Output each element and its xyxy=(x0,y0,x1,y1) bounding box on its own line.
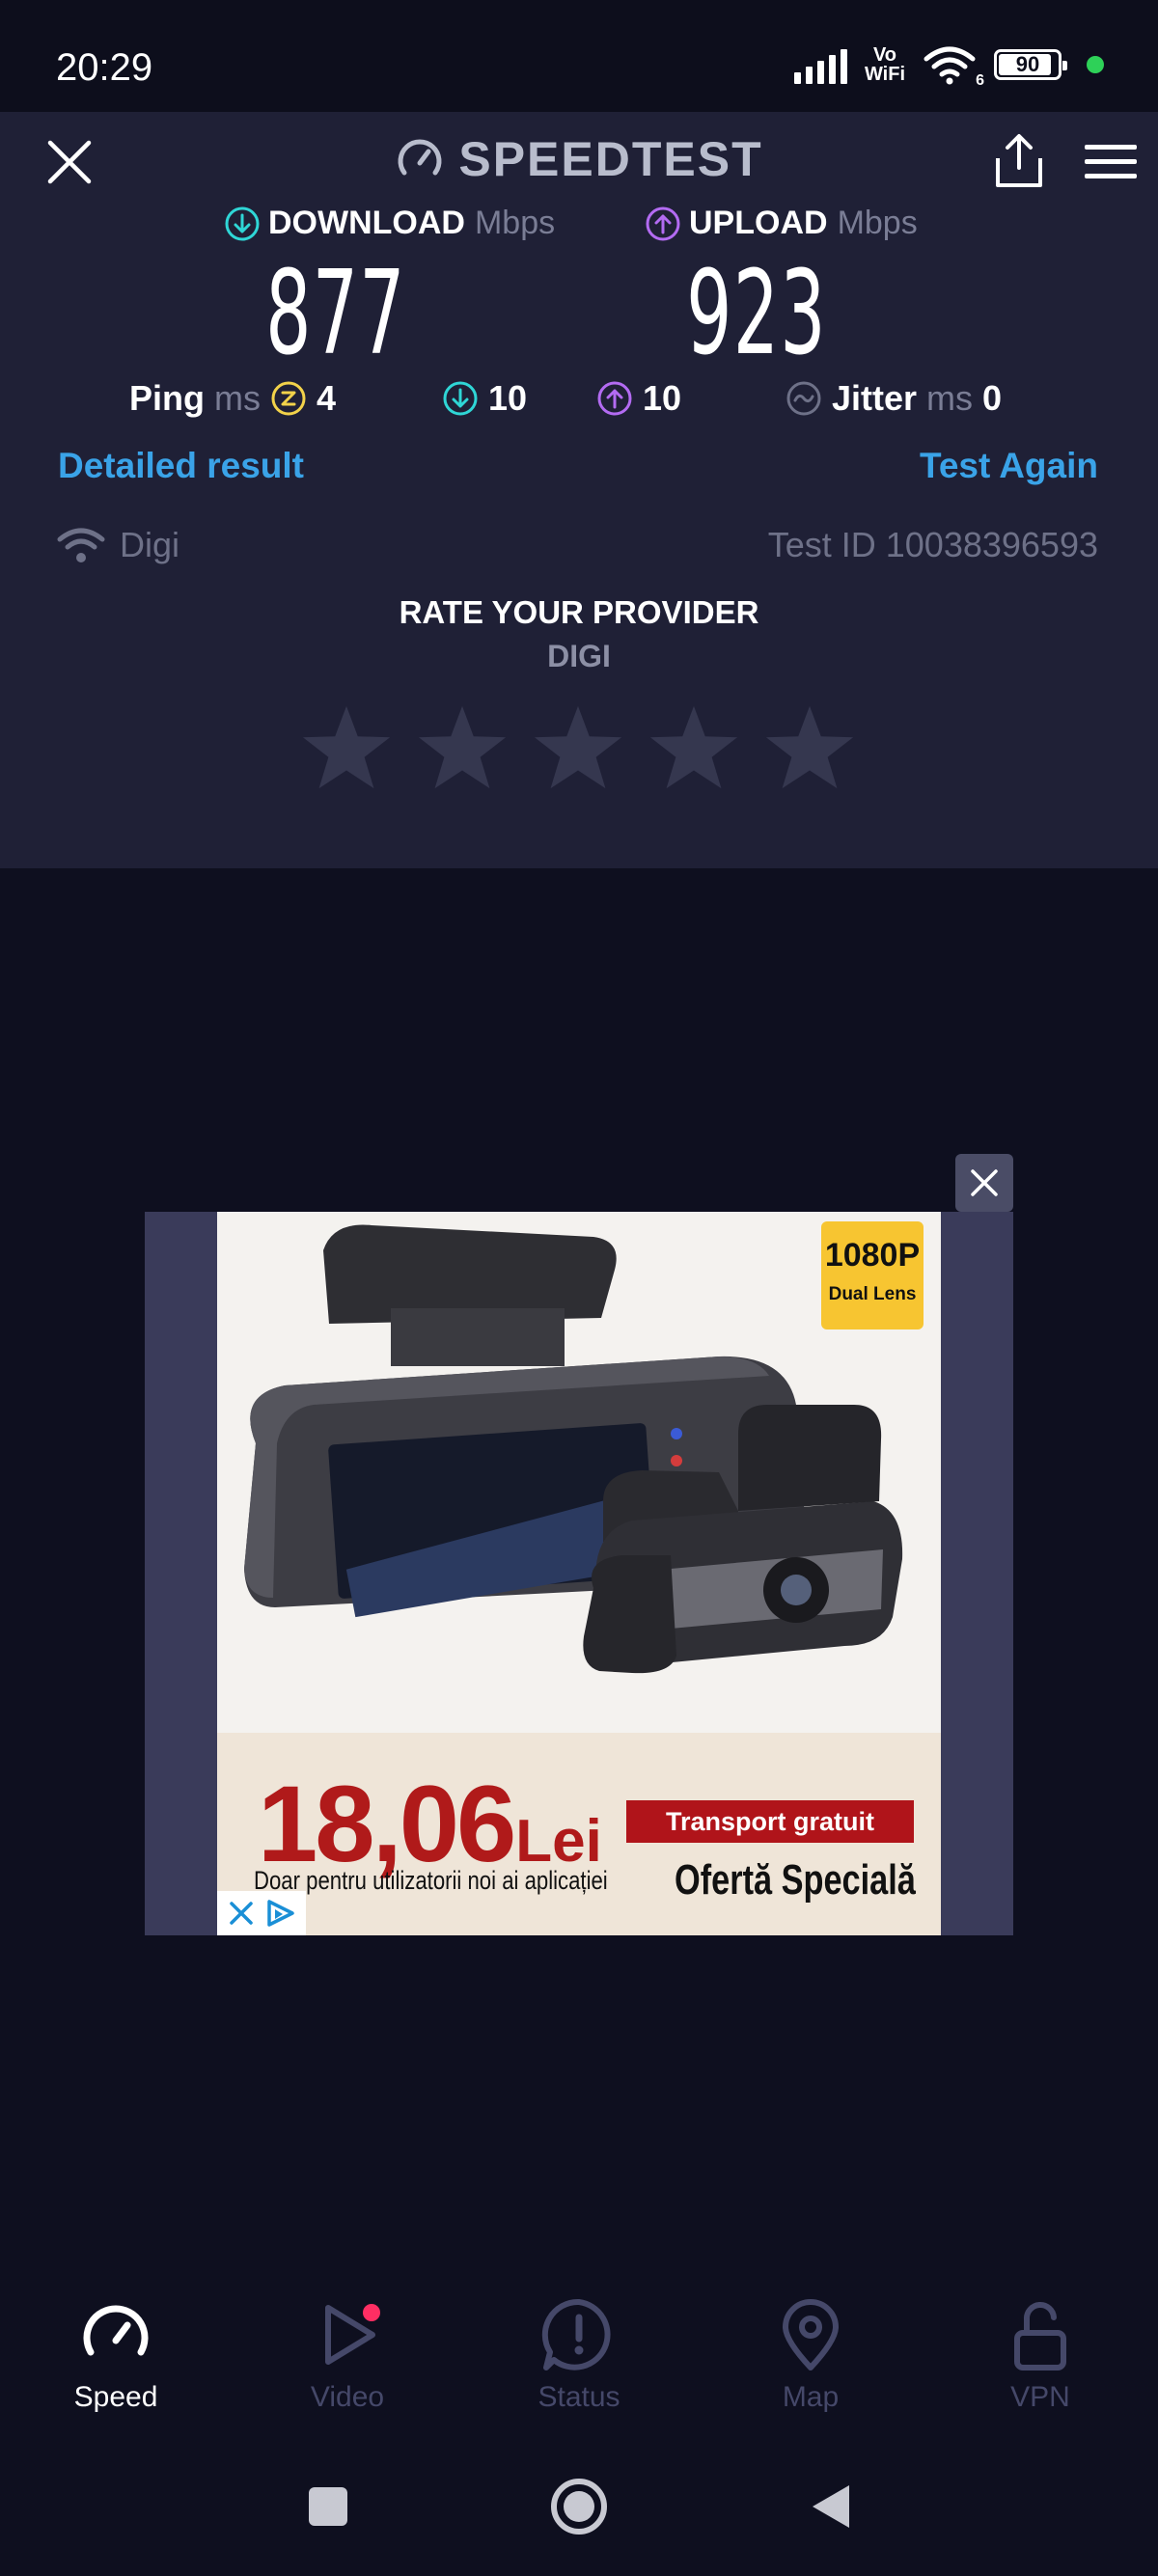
alert-icon xyxy=(541,2298,611,2370)
ad-banner[interactable]: 1080P Dual Lens 18,06 Lei Transport grat… xyxy=(145,1212,1013,1935)
ping-idle: Ping ms 4 xyxy=(129,378,336,419)
test-again-button[interactable]: Test Again xyxy=(920,446,1098,486)
nav-label: Video xyxy=(310,2381,385,2413)
star-rating xyxy=(299,700,857,795)
ad-close-button[interactable] xyxy=(955,1154,1013,1212)
ad-offer-section: 18,06 Lei Transport gratuit Doar pentru … xyxy=(217,1733,941,1935)
ping-row: Ping ms 4 10 10 Jitter ms 0 xyxy=(0,378,1158,426)
test-id: Test ID 10038396593 xyxy=(767,525,1098,564)
map-pin-icon xyxy=(783,2299,839,2370)
detailed-result-link[interactable]: Detailed result xyxy=(58,446,304,486)
ad-badge: 1080P Dual Lens xyxy=(821,1221,924,1329)
upload-header: UPLOAD Mbps xyxy=(645,205,918,242)
nav-label: Status xyxy=(538,2381,620,2413)
nav-map[interactable]: Map xyxy=(714,2296,907,2414)
vowifi-icon: Vo WiFi xyxy=(865,45,905,84)
star-4-icon[interactable] xyxy=(647,700,741,795)
ping-download: 10 xyxy=(442,378,527,419)
home-icon[interactable] xyxy=(548,2476,610,2537)
star-5-icon[interactable] xyxy=(762,700,857,795)
battery-icon: 90 xyxy=(994,49,1067,80)
nav-label: Map xyxy=(782,2381,840,2413)
star-3-icon[interactable] xyxy=(531,700,625,795)
nav-video[interactable]: Video xyxy=(251,2296,444,2414)
notification-dot xyxy=(363,2304,380,2321)
ad-badge-resolution: 1080P xyxy=(824,1237,921,1274)
active-indicator-dot xyxy=(1087,56,1104,73)
menu-icon[interactable] xyxy=(1083,141,1139,183)
download-arrow-icon xyxy=(225,206,260,240)
app-title: SPEEDTEST xyxy=(458,132,763,186)
status-bar: 20:29 Vo WiFi 6 90 xyxy=(0,0,1158,112)
download-unit: Mbps xyxy=(474,205,556,241)
vowifi-top: Vo xyxy=(872,44,897,66)
nav-vpn[interactable]: VPN xyxy=(944,2296,1137,2414)
nav-status[interactable]: Status xyxy=(482,2296,676,2414)
nav-label: VPN xyxy=(1010,2381,1070,2413)
close-icon xyxy=(971,1169,998,1196)
back-icon[interactable] xyxy=(807,2481,853,2532)
provider-name: Digi xyxy=(120,525,180,564)
wifi-badge: 6 xyxy=(976,72,984,89)
battery-text: 90 xyxy=(1015,52,1040,76)
recents-icon[interactable] xyxy=(305,2483,351,2530)
ping-bolt-icon xyxy=(271,381,306,416)
close-icon xyxy=(230,1902,253,1925)
rate-provider-name: DIGI xyxy=(547,639,611,673)
star-1-icon[interactable] xyxy=(299,700,394,795)
ad-free-shipping: Transport gratuit xyxy=(626,1800,914,1843)
ad-badge-lens: Dual Lens xyxy=(828,1284,917,1304)
wifi-icon xyxy=(57,528,105,562)
signal-icon xyxy=(793,45,847,84)
download-header: DOWNLOAD Mbps xyxy=(224,205,555,242)
adchoices-icon xyxy=(267,1900,294,1927)
ping-idle-value: 4 xyxy=(317,378,337,418)
ping-unit: ms xyxy=(214,378,261,418)
upload-value: 923 xyxy=(686,247,827,381)
download-arrow-icon xyxy=(443,381,478,416)
upload-arrow-icon xyxy=(597,381,632,416)
ad-note: Doar pentru utilizatorii noi ai aplicați… xyxy=(254,1866,608,1895)
provider-network: Digi xyxy=(56,525,179,565)
speedtest-logo-icon xyxy=(398,139,442,176)
nav-speed[interactable]: Speed xyxy=(19,2296,212,2414)
star-2-icon[interactable] xyxy=(415,700,510,795)
vowifi-bottom: WiFi xyxy=(864,64,905,85)
wifi-icon: 6 xyxy=(923,43,984,89)
system-navigation-bar xyxy=(0,2451,1158,2576)
bottom-navigation: Speed Video Status Map VPN xyxy=(0,2277,1158,2441)
jitter-unit: ms xyxy=(926,378,974,418)
download-label: DOWNLOAD xyxy=(268,205,465,241)
ping-upload: 10 xyxy=(596,378,681,419)
speedometer-icon xyxy=(83,2305,149,2356)
ping-download-value: 10 xyxy=(488,378,528,418)
upload-label: UPLOAD xyxy=(689,205,828,241)
rate-provider-title: RATE YOUR PROVIDER xyxy=(399,594,759,630)
ping-upload-value: 10 xyxy=(643,378,682,418)
ad-special-offer: Ofertă Specială xyxy=(675,1856,916,1904)
jitter: Jitter ms 0 xyxy=(786,378,1002,419)
lock-icon xyxy=(1014,2301,1066,2370)
jitter-value: 0 xyxy=(982,378,1003,418)
jitter-label: Jitter xyxy=(832,378,918,418)
download-value: 877 xyxy=(265,247,406,381)
ad-choices[interactable] xyxy=(217,1891,306,1935)
jitter-wave-icon xyxy=(786,381,821,416)
brand: SPEEDTEST xyxy=(0,131,1158,187)
status-icons: Vo WiFi 6 90 xyxy=(793,42,1104,89)
nav-label: Speed xyxy=(73,2381,158,2413)
result-panel: SPEEDTEST DOWNLOAD Mbps UPLOAD Mbps 877 … xyxy=(0,112,1158,868)
ad-image[interactable]: 1080P Dual Lens 18,06 Lei Transport grat… xyxy=(217,1212,941,1935)
upload-unit: Mbps xyxy=(837,205,918,241)
status-time: 20:29 xyxy=(56,46,153,89)
share-icon[interactable] xyxy=(992,131,1046,189)
upload-arrow-icon xyxy=(646,206,680,240)
ping-label: Ping xyxy=(129,378,205,418)
